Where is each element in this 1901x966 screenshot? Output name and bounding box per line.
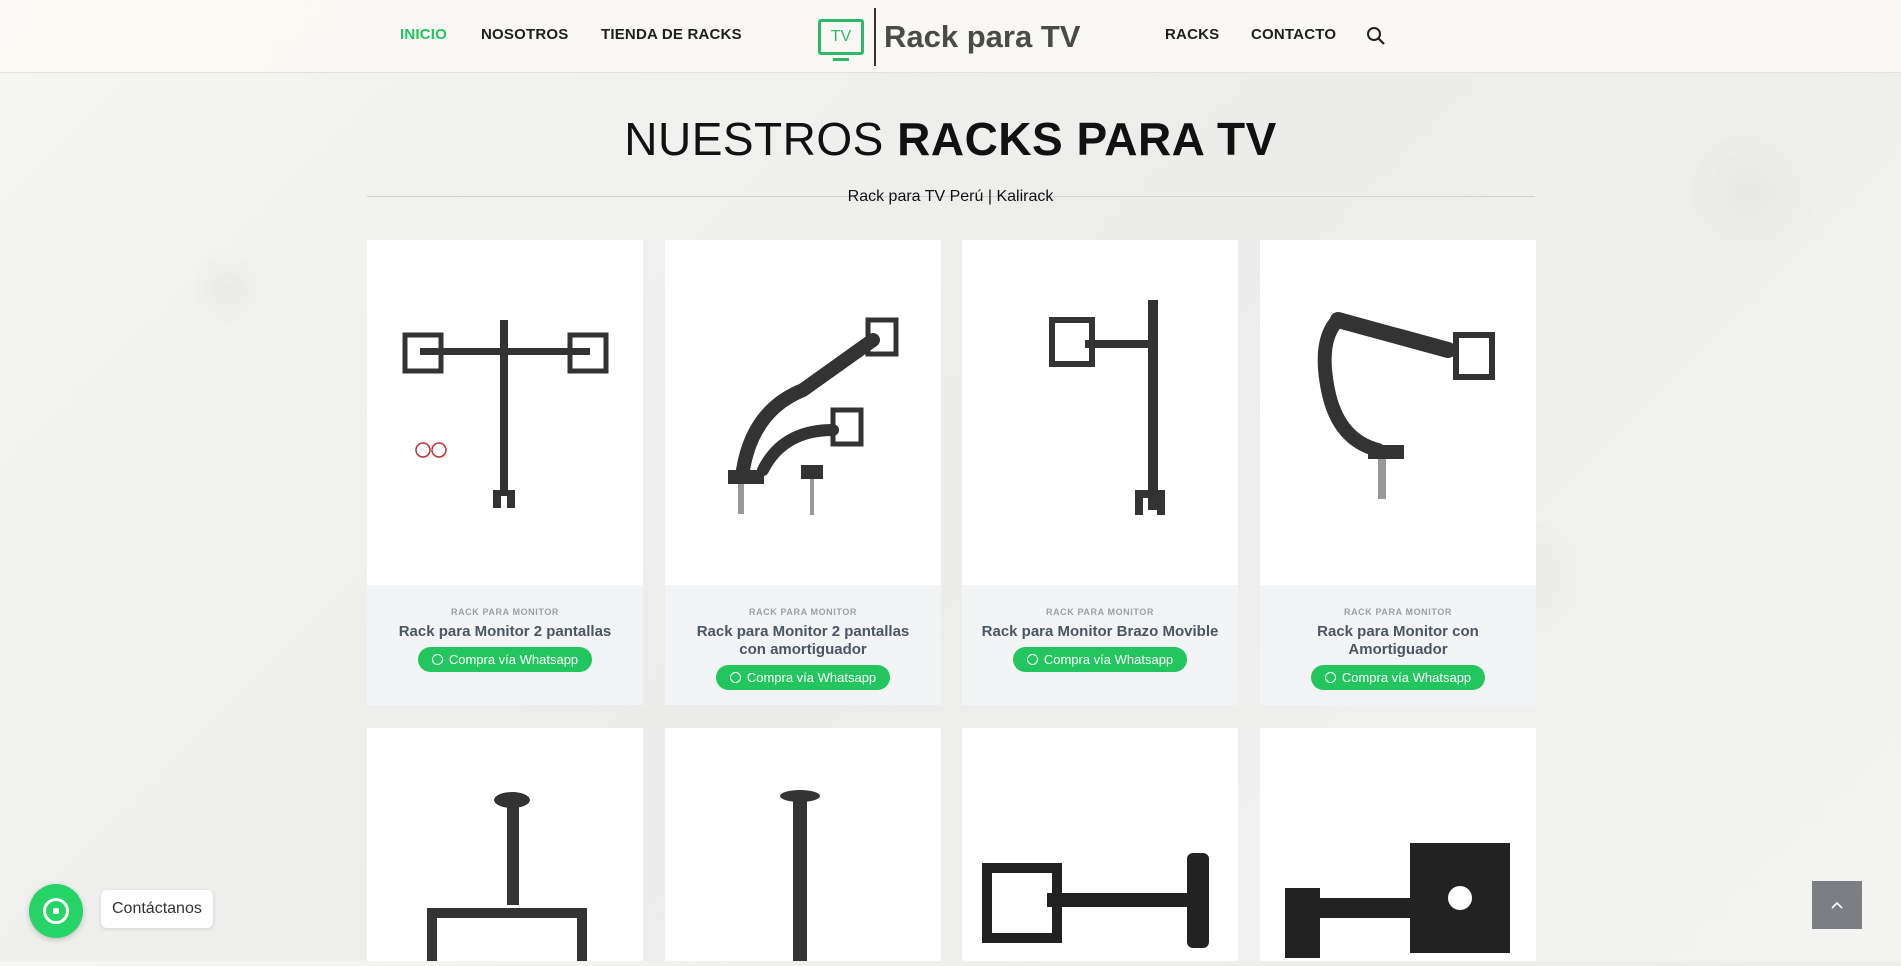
product-image[interactable] <box>367 240 643 580</box>
gas-arm-monitor-image <box>1317 312 1495 499</box>
section-subtitle: Rack para TV Perú | Kalirack <box>847 188 1054 205</box>
nav-tienda-de-racks[interactable]: TIENDA DE RACKS <box>601 26 742 43</box>
nav-racks[interactable]: RACKS <box>1165 26 1219 43</box>
whatsapp-buy-label: Compra vía Whatsapp <box>1043 652 1174 667</box>
contact-label[interactable]: Contáctanos <box>101 890 213 928</box>
articulating-wall-mount-image <box>982 853 1209 948</box>
section-title-bold: RACKS PARA TV <box>897 113 1277 165</box>
whatsapp-icon <box>43 898 69 924</box>
product-card[interactable] <box>367 728 643 961</box>
whatsapp-float-button[interactable] <box>29 884 83 938</box>
single-monitor-pole-image <box>1049 300 1165 515</box>
tv-icon: TV <box>818 19 864 61</box>
whatsapp-icon <box>431 654 443 665</box>
whatsapp-buy-label: Compra vía Whatsapp <box>746 670 877 685</box>
whatsapp-buy-button[interactable]: Compra vía Whatsapp <box>1012 647 1188 672</box>
whatsapp-buy-label: Compra vía Whatsapp <box>1341 670 1472 685</box>
whatsapp-buy-button[interactable]: Compra vía Whatsapp <box>715 665 891 690</box>
product-title[interactable]: Rack para Monitor 2 pantallas <box>385 623 625 641</box>
product-info: RACK PARA MONITOR Rack para Monitor 2 pa… <box>367 585 643 705</box>
nav-contacto[interactable]: CONTACTO <box>1251 26 1336 43</box>
product-card[interactable]: RACK PARA MONITOR Rack para Monitor 2 pa… <box>367 240 643 705</box>
product-category: RACK PARA MONITOR <box>1045 607 1155 617</box>
product-info: RACK PARA MONITOR Rack para Monitor Braz… <box>962 585 1238 705</box>
logo-divider <box>874 8 876 66</box>
ceiling-pole-image <box>780 790 820 961</box>
nav-inicio[interactable]: INICIO <box>400 26 447 43</box>
ceiling-mount-image <box>427 792 587 961</box>
product-category: RACK PARA MONITOR <box>450 607 560 617</box>
product-title[interactable]: Rack para Monitor con Amortiguador <box>1278 623 1518 659</box>
product-card[interactable] <box>665 728 941 961</box>
product-card[interactable]: RACK PARA MONITOR Rack para Monitor 2 pa… <box>665 240 941 705</box>
whatsapp-buy-button[interactable]: Compra vía Whatsapp <box>1310 665 1486 690</box>
product-title[interactable]: Rack para Monitor Brazo Movible <box>980 623 1220 641</box>
chevron-up-icon <box>1831 901 1843 909</box>
site-header: INICIO NOSOTROS TIENDA DE RACKS TV Rack … <box>0 0 1901 73</box>
whatsapp-buy-button[interactable]: Compra vía Whatsapp <box>417 647 593 672</box>
site-logo[interactable]: TV Rack para TV <box>818 8 1080 66</box>
scroll-to-top-button[interactable] <box>1812 881 1862 929</box>
dual-monitor-stand-image <box>402 320 609 508</box>
search-icon[interactable] <box>1366 26 1386 46</box>
product-image[interactable] <box>962 240 1238 580</box>
product-card[interactable] <box>1260 728 1536 961</box>
section-title-light: NUESTROS <box>624 113 884 165</box>
product-image[interactable] <box>665 240 941 580</box>
product-image[interactable] <box>1260 240 1536 580</box>
section-title: NUESTROS RACKS PARA TV <box>0 112 1901 166</box>
product-card[interactable]: RACK PARA MONITOR Rack para Monitor Braz… <box>962 240 1238 705</box>
nav-nosotros[interactable]: NOSOTROS <box>481 26 568 43</box>
product-category: RACK PARA MONITOR <box>748 607 858 617</box>
product-category: RACK PARA MONITOR <box>1343 607 1453 617</box>
whatsapp-icon <box>1026 654 1038 665</box>
whatsapp-icon <box>1324 672 1336 683</box>
product-card[interactable]: RACK PARA MONITOR Rack para Monitor con … <box>1260 240 1536 705</box>
product-title[interactable]: Rack para Monitor 2 pantallas con amorti… <box>683 623 923 659</box>
dual-gas-arm-image <box>728 317 899 515</box>
logo-icon-text: TV <box>830 28 852 45</box>
whatsapp-buy-label: Compra vía Whatsapp <box>448 652 579 667</box>
logo-text: Rack para TV <box>884 19 1081 54</box>
swivel-wall-mount-image <box>1285 843 1510 958</box>
whatsapp-icon <box>729 672 741 683</box>
product-card[interactable] <box>962 728 1238 961</box>
product-info: RACK PARA MONITOR Rack para Monitor con … <box>1260 585 1536 705</box>
product-info: RACK PARA MONITOR Rack para Monitor 2 pa… <box>665 585 941 705</box>
